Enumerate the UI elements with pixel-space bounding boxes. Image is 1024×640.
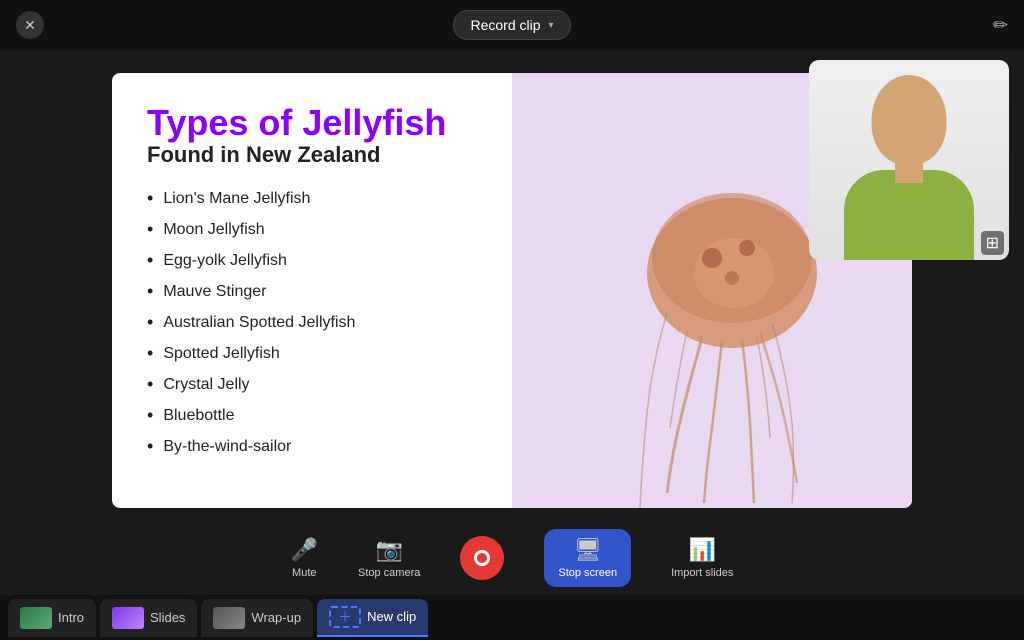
stop-camera-button[interactable]: 📷 Stop camera	[358, 537, 420, 579]
slide-title-sub: Found in New Zealand	[147, 142, 477, 168]
list-item: By-the-wind-sailor	[147, 436, 477, 457]
tab-new-clip[interactable]: ＋ New clip	[317, 599, 428, 637]
import-slides-button[interactable]: 📊 Import slides	[671, 537, 733, 579]
list-item: Australian Spotted Jellyfish	[147, 312, 477, 333]
stop-camera-label: Stop camera	[358, 567, 420, 579]
screen-icon: 🖥	[574, 537, 602, 563]
camera-icon: 📷	[375, 537, 402, 563]
presentation-slide: Types of Jellyfish Found in New Zealand …	[112, 73, 912, 508]
record-button[interactable]	[460, 536, 504, 580]
stop-screen-label: Stop screen	[558, 567, 617, 579]
tab-slides[interactable]: Slides	[100, 599, 197, 637]
close-icon: ✕	[24, 17, 36, 34]
tab-thumb-wrap	[213, 607, 245, 629]
tab-wrapup[interactable]: Wrap-up	[201, 599, 313, 637]
list-item: Mauve Stinger	[147, 281, 477, 302]
camera-feed: ⊞	[809, 60, 1009, 260]
list-item: Moon Jellyfish	[147, 219, 477, 240]
tab-thumb-new: ＋	[329, 606, 361, 628]
tab-new-clip-label: New clip	[367, 609, 416, 624]
close-button[interactable]: ✕	[16, 11, 44, 39]
jellyfish-list: Lion's Mane Jellyfish Moon Jellyfish Egg…	[147, 188, 477, 467]
tab-wrapup-label: Wrap-up	[251, 610, 301, 625]
record-clip-label: Record clip	[470, 17, 540, 33]
mute-label: Mute	[292, 567, 316, 579]
stop-screen-button[interactable]: 🖥 Stop screen	[544, 529, 631, 587]
microphone-icon: 🎤	[291, 537, 318, 563]
mute-button[interactable]: 🎤 Mute	[291, 537, 318, 579]
edit-button[interactable]: ✏	[993, 15, 1008, 36]
slide-left-panel: Types of Jellyfish Found in New Zealand …	[112, 73, 512, 508]
slide-title-types: Types of Jellyfish	[147, 103, 477, 143]
tab-intro[interactable]: Intro	[8, 599, 96, 637]
import-label: Import slides	[671, 567, 733, 579]
bottom-tabs: Intro Slides Wrap-up ＋ New clip	[0, 595, 1024, 640]
record-indicator	[474, 550, 490, 566]
tab-thumb-slides	[112, 607, 144, 629]
camera-person	[809, 60, 1009, 260]
tab-thumb-intro	[20, 607, 52, 629]
list-item: Crystal Jelly	[147, 374, 477, 395]
import-icon: 📊	[689, 537, 716, 563]
person-head	[872, 75, 947, 165]
bottom-toolbar: 🎤 Mute 📷 Stop camera 🖥 Stop screen 📊 Imp…	[0, 520, 1024, 595]
list-item: Lion's Mane Jellyfish	[147, 188, 477, 209]
top-bar: ✕ Record clip ▾ ✏	[0, 0, 1024, 50]
camera-grid-button[interactable]: ⊞	[981, 231, 1004, 255]
chevron-down-icon: ▾	[549, 20, 554, 31]
list-item: Spotted Jellyfish	[147, 343, 477, 364]
edit-icon: ✏	[993, 15, 1008, 35]
list-item: Egg-yolk Jellyfish	[147, 250, 477, 271]
record-clip-button[interactable]: Record clip ▾	[453, 10, 570, 40]
list-item: Bluebottle	[147, 405, 477, 426]
person-shirt	[844, 170, 974, 260]
tab-slides-label: Slides	[150, 610, 185, 625]
tab-intro-label: Intro	[58, 610, 84, 625]
